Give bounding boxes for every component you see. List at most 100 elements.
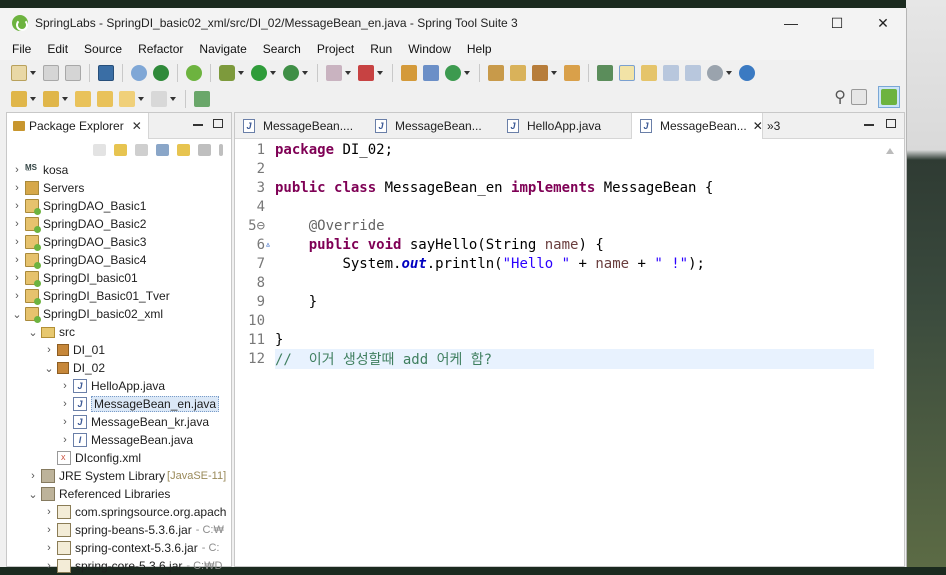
open-type-icon[interactable] <box>488 65 504 81</box>
external-tools-icon[interactable] <box>358 65 374 81</box>
chevron-right-icon[interactable]: › <box>11 218 23 230</box>
scroll-up-icon[interactable] <box>886 148 894 154</box>
forward-icon[interactable] <box>151 91 167 107</box>
menu-navigate[interactable]: Navigate <box>191 42 254 56</box>
tree-item-helloapp[interactable]: › J HelloApp.java <box>7 377 231 395</box>
close-button[interactable]: ✕ <box>860 8 906 38</box>
menu-project[interactable]: Project <box>309 42 362 56</box>
last-edit-location-icon[interactable] <box>75 91 91 107</box>
open-resource-icon[interactable] <box>510 65 526 81</box>
chevron-down-icon[interactable]: ⌄ <box>43 362 55 375</box>
run-dropdown-icon[interactable] <box>270 71 276 75</box>
chevron-right-icon[interactable]: › <box>59 434 71 446</box>
open-perspective-icon[interactable] <box>848 86 870 108</box>
chevron-right-icon[interactable]: › <box>43 506 55 518</box>
new-dropdown-icon[interactable] <box>30 71 36 75</box>
save-icon[interactable] <box>43 65 59 81</box>
chevron-right-icon[interactable]: › <box>43 344 55 356</box>
tree-item-springdao-basic1[interactable]: › SpringDAO_Basic1 <box>7 197 231 215</box>
back-nav-icon[interactable] <box>93 144 106 156</box>
search-icon[interactable]: ⚲ <box>834 87 846 107</box>
link-with-editor-icon[interactable] <box>177 144 190 156</box>
stop-dropdown-icon[interactable] <box>345 71 351 75</box>
editor-tab-messagebean-en[interactable]: J MessageBean... ✕ <box>631 112 763 139</box>
skip-breakpoints-icon[interactable] <box>131 65 147 81</box>
pin-dropdown-icon[interactable] <box>726 71 732 75</box>
tree-item-kosa[interactable]: › M̲S kosa <box>7 161 231 179</box>
tree-item-di-02[interactable]: ⌄ DI_02 <box>7 359 231 377</box>
tree-item-servers[interactable]: › Servers <box>7 179 231 197</box>
filters-icon[interactable] <box>198 144 211 156</box>
chevron-right-icon[interactable]: › <box>11 164 23 176</box>
forward-edit-icon[interactable] <box>97 91 113 107</box>
spring-boot-dashboard-icon[interactable] <box>153 65 169 81</box>
spring-perspective-button[interactable] <box>878 86 900 108</box>
minimize-button[interactable]: — <box>768 8 814 38</box>
debug-icon[interactable] <box>219 65 235 81</box>
forward-nav-icon[interactable] <box>114 144 127 156</box>
tree-item-src[interactable]: ⌄ src <box>7 323 231 341</box>
tree-item-jre-library[interactable]: › JRE System Library [JavaSE-11] <box>7 467 231 485</box>
minimize-editor-icon[interactable] <box>864 124 874 126</box>
editor-tab-helloapp[interactable]: J HelloApp.java <box>499 113 631 139</box>
chevron-right-icon[interactable]: › <box>11 254 23 266</box>
tree-item-referenced-libraries[interactable]: ⌄ Referenced Libraries <box>7 485 231 503</box>
more-tabs-button[interactable]: »3 <box>767 119 780 133</box>
line-number[interactable]: 5⊖ <box>235 218 265 234</box>
show-whitespace-icon[interactable] <box>685 65 701 81</box>
prev-annotation-icon[interactable] <box>43 91 59 107</box>
menu-run[interactable]: Run <box>362 42 400 56</box>
chevron-right-icon[interactable]: › <box>43 560 55 572</box>
tree-item-spring-beans-jar[interactable]: › spring-beans-5.3.6.jar - C:₩ <box>7 521 231 539</box>
view-menu-icon[interactable] <box>219 144 223 156</box>
next-annotation-dropdown-icon[interactable] <box>30 97 36 101</box>
new-package-icon[interactable] <box>423 65 439 81</box>
minimize-view-icon[interactable] <box>193 124 203 126</box>
tree-item-springdao-basic2[interactable]: › SpringDAO_Basic2 <box>7 215 231 233</box>
tree-item-springdao-basic3[interactable]: › SpringDAO_Basic3 <box>7 233 231 251</box>
external-tools-dropdown-icon[interactable] <box>377 71 383 75</box>
chevron-right-icon[interactable]: › <box>11 200 23 212</box>
tree-item-messagebean-en[interactable]: › J MessageBean_en.java <box>7 395 231 413</box>
pin-editor-icon[interactable] <box>194 91 210 107</box>
block-selection-icon[interactable] <box>641 65 657 81</box>
code-area[interactable]: 1 package DI_02; 2 3 public class Messag… <box>235 140 874 566</box>
tree-item-springdi-basic01[interactable]: › SpringDI_basic01 <box>7 269 231 287</box>
run-icon[interactable] <box>251 65 267 81</box>
new-class-dropdown-icon[interactable] <box>464 71 470 75</box>
search-dropdown-icon[interactable] <box>551 71 557 75</box>
tree-item-messagebean-kr[interactable]: › J MessageBean_kr.java <box>7 413 231 431</box>
menu-source[interactable]: Source <box>76 42 130 56</box>
maximize-button[interactable]: ☐ <box>814 8 860 38</box>
forward-dropdown-icon[interactable] <box>170 97 176 101</box>
show-source-icon[interactable] <box>663 65 679 81</box>
save-all-icon[interactable] <box>65 65 81 81</box>
tree-item-springdi-basic01-tver[interactable]: › SpringDI_Basic01_Tver <box>7 287 231 305</box>
chevron-right-icon[interactable]: › <box>11 236 23 248</box>
tree-item-springdao-basic4[interactable]: › SpringDAO_Basic4 <box>7 251 231 269</box>
spring-icon[interactable] <box>186 65 202 81</box>
chevron-right-icon[interactable]: › <box>11 272 23 284</box>
close-tab-icon[interactable]: ✕ <box>753 119 762 133</box>
chevron-right-icon[interactable]: › <box>43 542 55 554</box>
back-icon[interactable] <box>119 91 135 107</box>
tree-item-spring-context-jar[interactable]: › spring-context-5.3.6.jar - C: <box>7 539 231 557</box>
coverage-dropdown-icon[interactable] <box>302 71 308 75</box>
up-icon[interactable] <box>135 144 148 156</box>
back-dropdown-icon[interactable] <box>138 97 144 101</box>
chevron-right-icon[interactable]: › <box>43 524 55 536</box>
editor-tab-messagebean-1[interactable]: J MessageBean.... <box>235 113 367 139</box>
editor-overview-ruler[interactable] <box>876 140 904 566</box>
debug-dropdown-icon[interactable] <box>238 71 244 75</box>
menu-help[interactable]: Help <box>459 42 500 56</box>
search-tool-icon[interactable] <box>532 65 548 81</box>
mark-occurrences-icon[interactable] <box>619 65 635 81</box>
menu-file[interactable]: File <box>4 42 39 56</box>
collapse-all-icon[interactable] <box>156 144 169 156</box>
terminal-icon[interactable] <box>98 65 114 81</box>
new-icon[interactable] <box>11 65 27 81</box>
chevron-right-icon[interactable]: › <box>11 290 23 302</box>
tree-item-spring-core-jar[interactable]: › spring-core-5.3.6.jar - C:₩D <box>7 557 231 575</box>
tree-item-springsource-jar[interactable]: › com.springsource.org.apach <box>7 503 231 521</box>
stop-icon[interactable] <box>326 65 342 81</box>
